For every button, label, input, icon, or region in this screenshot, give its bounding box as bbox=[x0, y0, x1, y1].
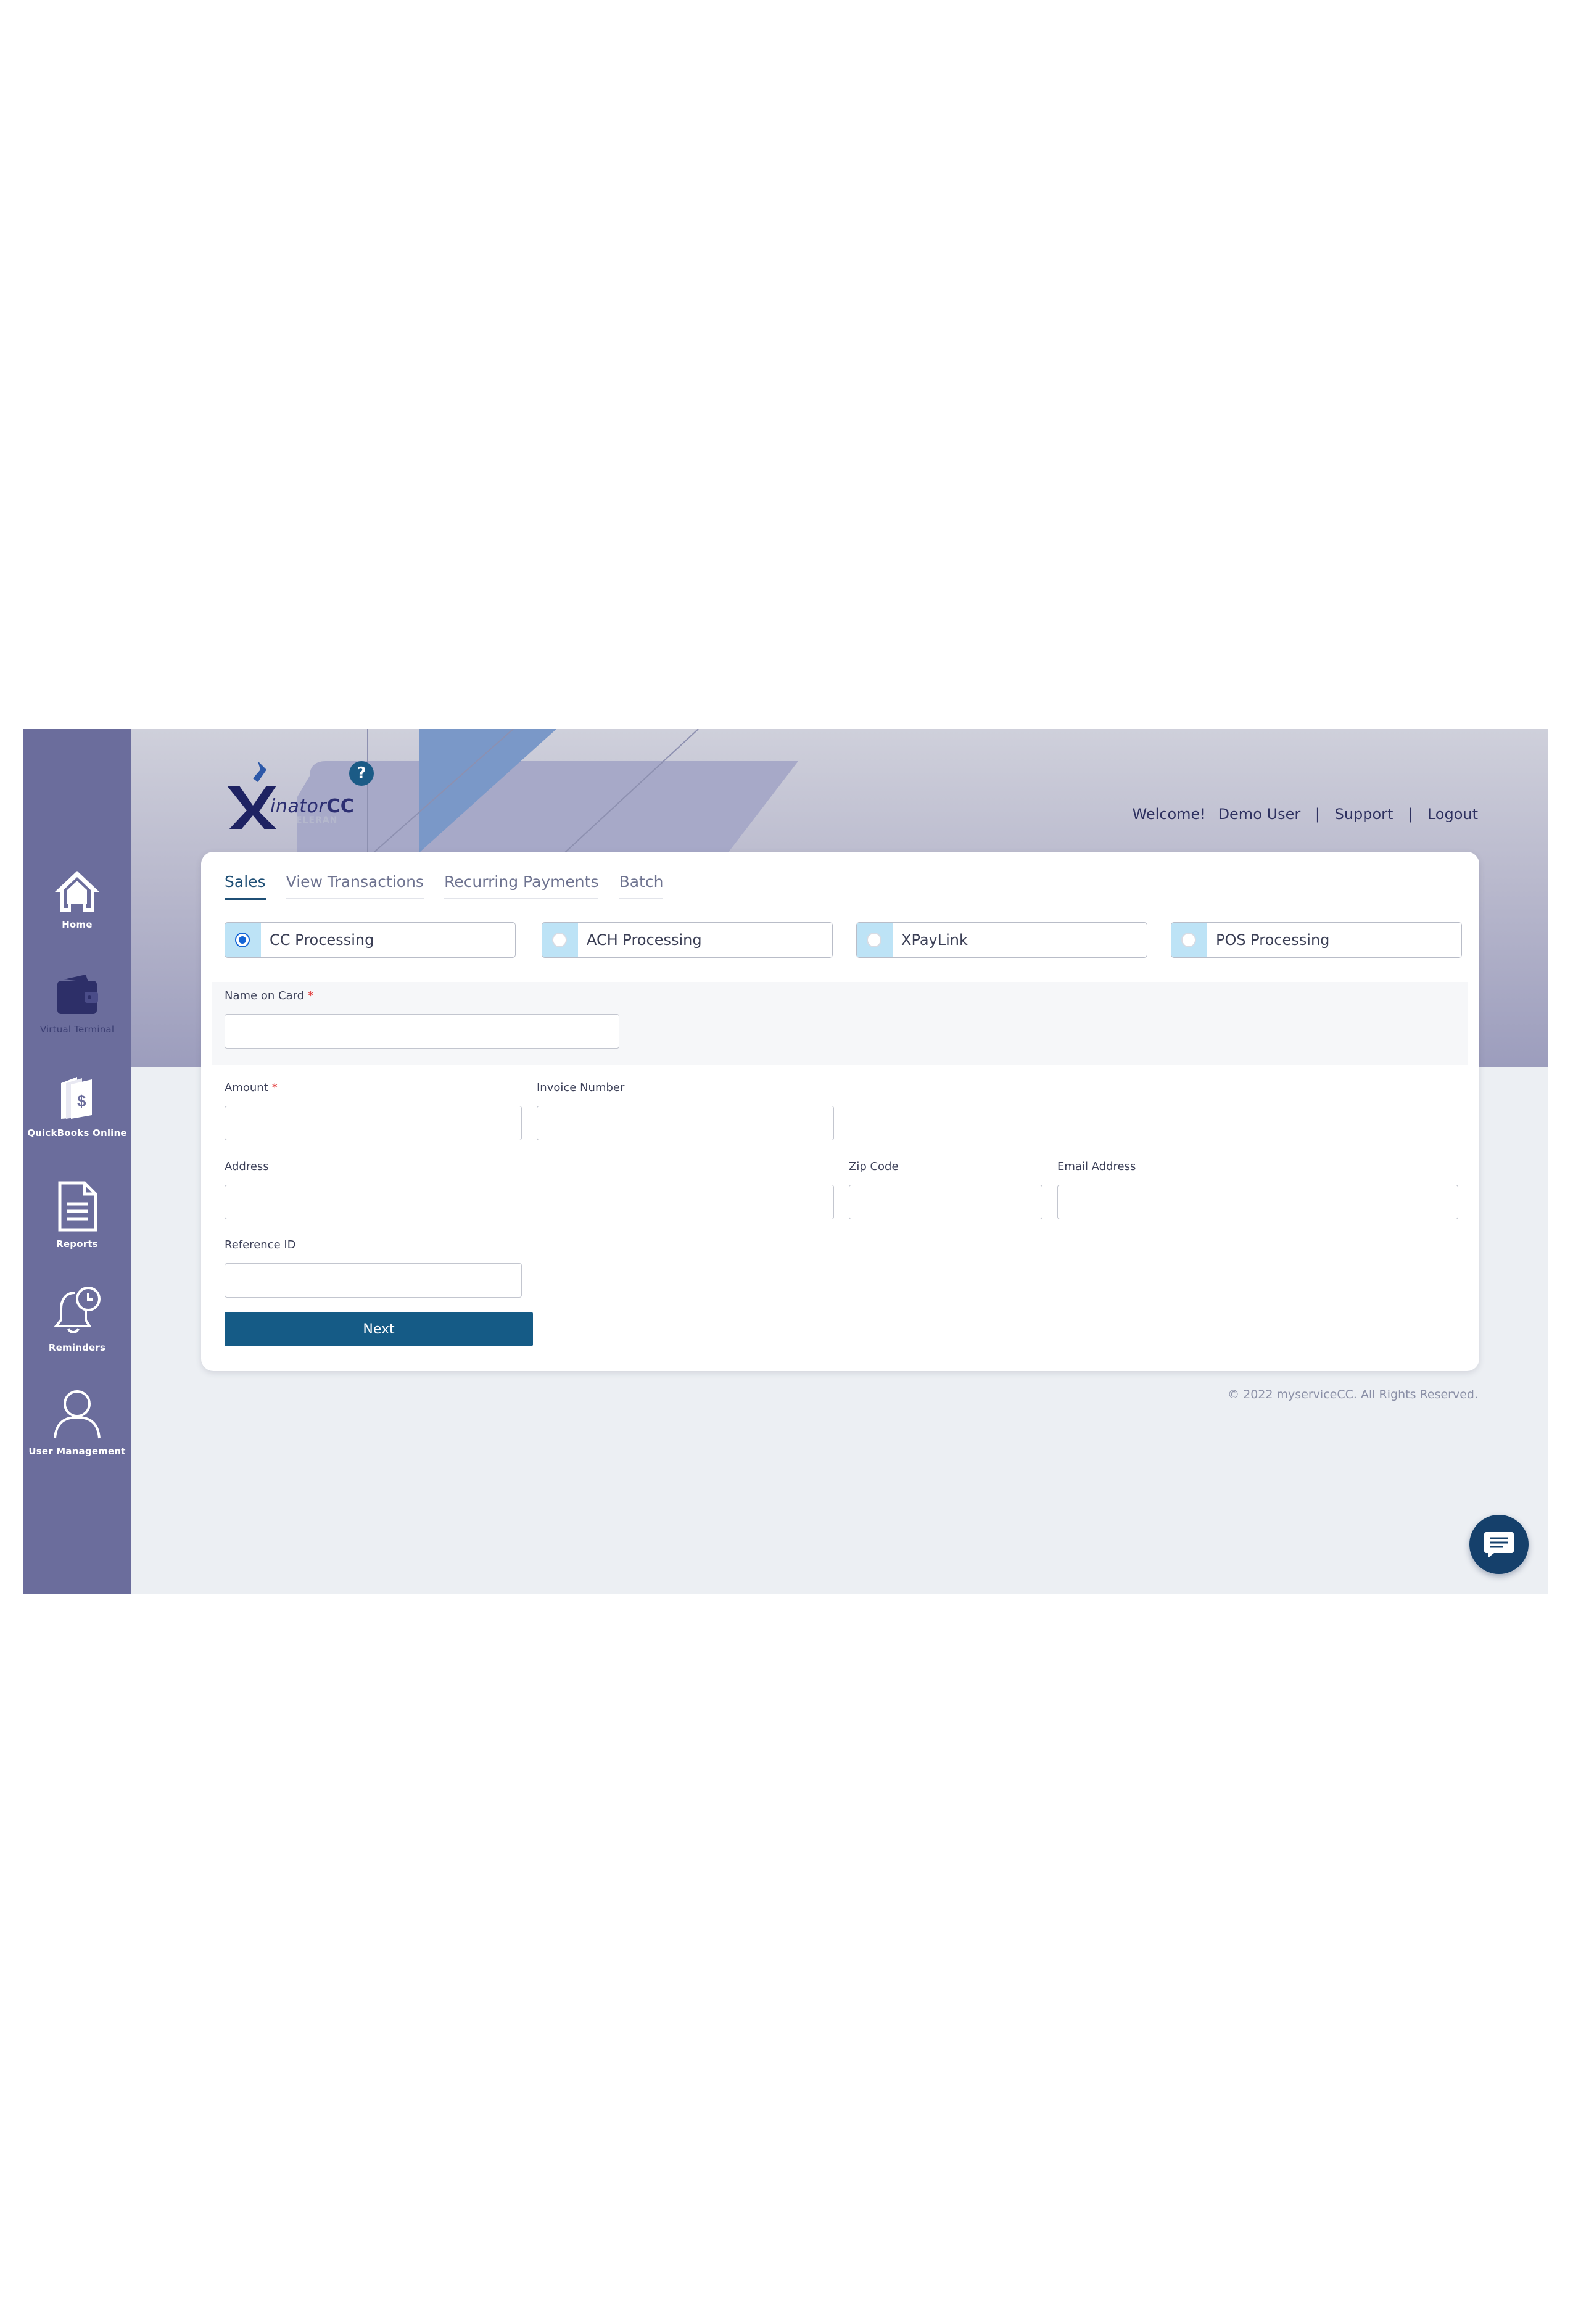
sidebar-item-quickbooks-online[interactable]: $ QuickBooks Online bbox=[23, 1074, 131, 1139]
radio-label: XPayLink bbox=[901, 931, 968, 949]
welcome-text: Welcome! bbox=[1132, 806, 1206, 823]
radio-label: ACH Processing bbox=[587, 931, 702, 949]
logout-link[interactable]: Logout bbox=[1427, 806, 1478, 823]
name-on-card-label: Name on Card * bbox=[225, 989, 314, 1002]
user-icon bbox=[54, 1390, 101, 1439]
address-input[interactable] bbox=[225, 1185, 834, 1219]
sidebar: Home Virtual Terminal $ QuickBooks Onlin… bbox=[23, 729, 131, 1594]
logo: inatorCC ELERAN bbox=[227, 761, 357, 835]
radio-xpaylink[interactable]: XPayLink bbox=[856, 922, 1147, 958]
bell-clock-icon bbox=[53, 1287, 101, 1333]
address-label: Address bbox=[225, 1160, 269, 1173]
next-button[interactable]: Next bbox=[225, 1312, 533, 1346]
tab-recurring-payments[interactable]: Recurring Payments bbox=[444, 873, 599, 899]
radio-pos-processing[interactable]: POS Processing bbox=[1171, 922, 1462, 958]
sidebar-item-label: Virtual Terminal bbox=[39, 1024, 115, 1035]
sidebar-item-label: User Management bbox=[28, 1446, 126, 1457]
sidebar-item-label: Home bbox=[62, 919, 93, 930]
logo-text: inatorCC bbox=[270, 796, 355, 817]
sidebar-item-label: QuickBooks Online bbox=[27, 1127, 127, 1139]
wallet-icon bbox=[57, 975, 98, 1014]
sidebar-item-user-management[interactable]: User Management bbox=[23, 1388, 131, 1457]
tab-sales[interactable]: Sales bbox=[225, 873, 266, 900]
radio-button[interactable] bbox=[235, 933, 250, 947]
invoice-number-label: Invoice Number bbox=[537, 1081, 625, 1094]
zip-code-label: Zip Code bbox=[849, 1160, 899, 1173]
separator: | bbox=[1315, 806, 1320, 823]
radio-button[interactable] bbox=[552, 933, 567, 947]
radio-ach-processing[interactable]: ACH Processing bbox=[542, 922, 833, 958]
radio-label: CC Processing bbox=[270, 931, 374, 949]
home-icon bbox=[55, 871, 99, 912]
name-on-card-section: Name on Card * bbox=[212, 982, 1468, 1065]
email-address-label: Email Address bbox=[1057, 1160, 1136, 1173]
email-address-input[interactable] bbox=[1057, 1185, 1458, 1219]
user-name: Demo User bbox=[1218, 806, 1301, 823]
amount-input[interactable] bbox=[225, 1106, 522, 1140]
sidebar-item-reports[interactable]: Reports bbox=[23, 1181, 131, 1250]
logo-x-mark bbox=[227, 761, 276, 829]
invoice-number-input[interactable] bbox=[537, 1106, 834, 1140]
logo-subtitle: ELERAN bbox=[296, 815, 338, 825]
separator: | bbox=[1408, 806, 1413, 823]
quickbooks-icon: $ bbox=[61, 1077, 92, 1119]
radio-button[interactable] bbox=[1181, 933, 1196, 947]
sidebar-item-virtual-terminal[interactable]: Virtual Terminal bbox=[23, 973, 131, 1035]
sales-card: Sales View Transactions Recurring Paymen… bbox=[201, 852, 1479, 1371]
svg-text:$: $ bbox=[77, 1092, 86, 1110]
tab-batch[interactable]: Batch bbox=[619, 873, 664, 899]
radio-label: POS Processing bbox=[1216, 931, 1330, 949]
sidebar-item-home[interactable]: Home bbox=[23, 868, 131, 930]
chat-button[interactable] bbox=[1469, 1515, 1529, 1574]
sidebar-item-label: Reports bbox=[56, 1238, 98, 1250]
support-link[interactable]: Support bbox=[1335, 806, 1393, 823]
footer-copyright: © 2022 myserviceCC. All Rights Reserved. bbox=[1228, 1388, 1478, 1401]
amount-label: Amount * bbox=[225, 1081, 278, 1094]
help-icon[interactable]: ? bbox=[349, 761, 374, 786]
top-links: Welcome! Demo User | Support | Logout bbox=[1133, 806, 1478, 823]
app-window: Home Virtual Terminal $ QuickBooks Onlin… bbox=[23, 729, 1548, 1594]
document-icon bbox=[58, 1181, 97, 1232]
radio-cc-processing[interactable]: CC Processing bbox=[225, 922, 516, 958]
chat-icon bbox=[1484, 1532, 1514, 1558]
tab-view-transactions[interactable]: View Transactions bbox=[286, 873, 424, 899]
reference-id-input[interactable] bbox=[225, 1263, 522, 1298]
sidebar-item-label: Reminders bbox=[48, 1342, 106, 1353]
name-on-card-input[interactable] bbox=[225, 1014, 619, 1049]
reference-id-label: Reference ID bbox=[225, 1238, 296, 1251]
sidebar-item-reminders[interactable]: Reminders bbox=[23, 1284, 131, 1353]
tab-bar: Sales View Transactions Recurring Paymen… bbox=[225, 873, 680, 900]
radio-button[interactable] bbox=[867, 933, 881, 947]
zip-code-input[interactable] bbox=[849, 1185, 1042, 1219]
